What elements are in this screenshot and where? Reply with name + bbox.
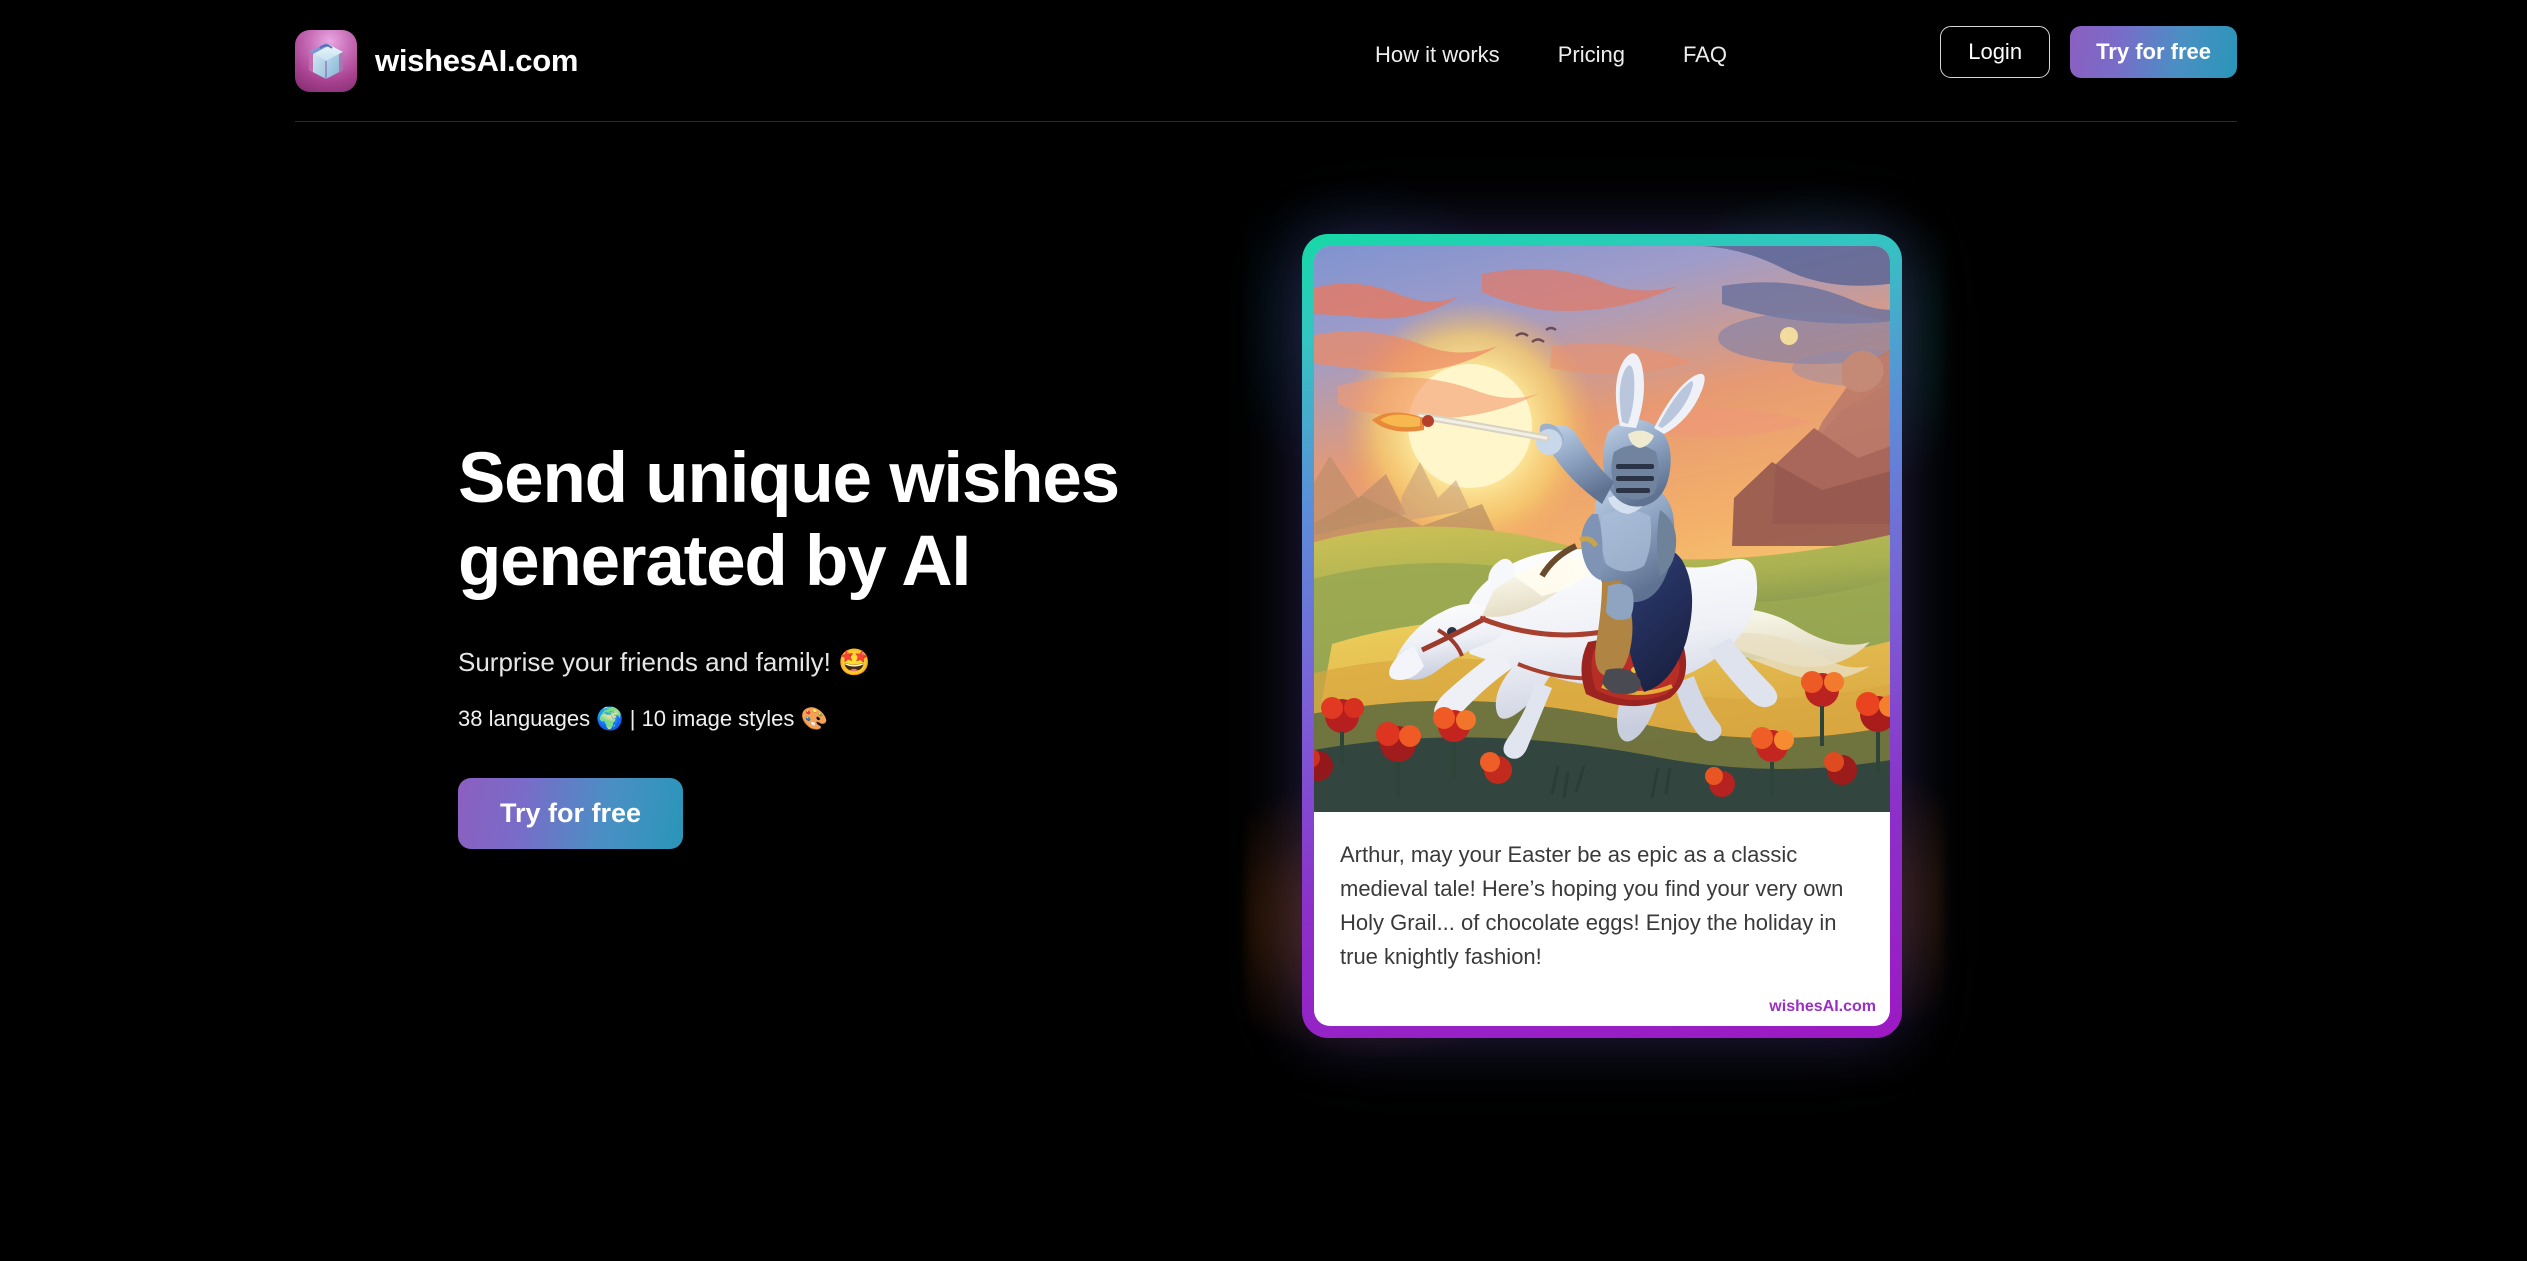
nav-link-pricing[interactable]: Pricing	[1558, 42, 1625, 68]
hero-title-line-2: generated by AI	[458, 522, 971, 602]
header-actions: Login Try for free	[1940, 26, 2237, 78]
wish-card-text-area: Arthur, may your Easter be as epic as a …	[1314, 812, 1890, 1026]
header-try-for-free-button[interactable]: Try for free	[2070, 26, 2237, 78]
gift-box-icon	[295, 30, 357, 92]
wish-preview-card[interactable]: Arthur, may your Easter be as epic as a …	[1302, 234, 1902, 1038]
wish-card-illustration	[1314, 246, 1890, 812]
site-header: wishesAI.com How it works Pricing FAQ Lo…	[295, 0, 2237, 122]
card-watermark: wishesAI.com	[1769, 998, 1876, 1015]
wish-message: Arthur, may your Easter be as epic as a …	[1340, 842, 1844, 970]
nav-link-faq[interactable]: FAQ	[1683, 42, 1727, 68]
hero-content: Send unique wishes generated by AI Surpr…	[458, 437, 1218, 850]
hero-title-line-1: Send unique wishes	[458, 439, 1120, 518]
brand-logo-link[interactable]: wishesAI.com	[295, 30, 578, 92]
wish-card-inner: Arthur, may your Easter be as epic as a …	[1314, 246, 1890, 1026]
nav-link-how-it-works[interactable]: How it works	[1375, 42, 1500, 68]
page-title: Send unique wishes generated by AI	[458, 437, 1218, 603]
hero-subtitle: Surprise your friends and family! 🤩	[458, 647, 871, 678]
hero-try-for-free-button[interactable]: Try for free	[458, 778, 684, 850]
login-button[interactable]: Login	[1940, 26, 2051, 78]
hero-features-line: 38 languages 🌍 | 10 image styles 🎨	[458, 706, 828, 732]
brand-name: wishesAI.com	[375, 43, 579, 78]
main-navigation: How it works Pricing FAQ	[1375, 42, 1727, 68]
